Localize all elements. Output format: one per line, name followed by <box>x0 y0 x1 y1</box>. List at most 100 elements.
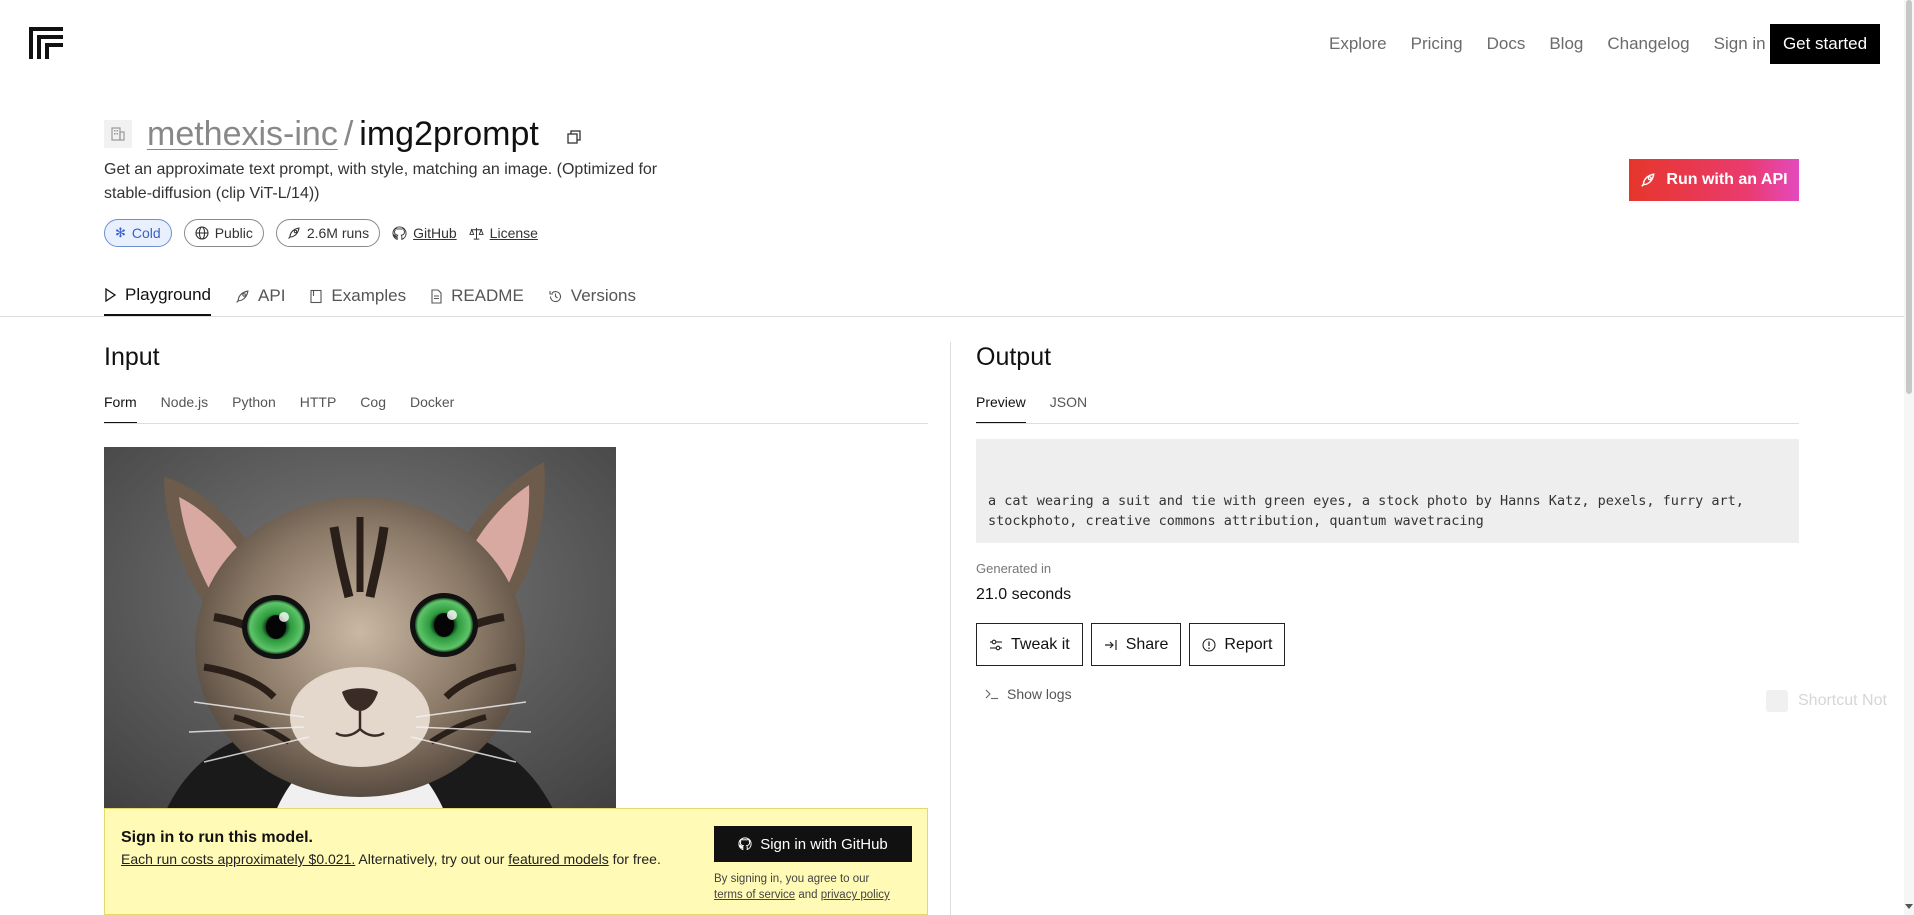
tab-versions-label: Versions <box>570 286 636 305</box>
nav-sign-in[interactable]: Sign in <box>1714 28 1766 60</box>
subtab-json[interactable]: JSON <box>1050 394 1087 424</box>
scrollbar-thumb[interactable] <box>1906 0 1912 394</box>
input-subtabs-divider <box>104 423 928 424</box>
nav-docs[interactable]: Docs <box>1487 28 1526 60</box>
featured-models-link[interactable]: featured models <box>508 851 608 867</box>
output-subtabs: Preview JSON <box>976 394 1087 424</box>
subtab-python[interactable]: Python <box>232 394 276 424</box>
output-subtabs-divider <box>976 423 1799 424</box>
page-title: methexis-inc / img2prompt <box>147 112 539 156</box>
tweak-it-label: Tweak it <box>1011 635 1070 653</box>
output-prompt-text: a cat wearing a suit and tie with green … <box>988 493 1744 529</box>
column-divider <box>950 342 951 915</box>
play-icon <box>105 288 117 302</box>
github-icon <box>738 837 752 851</box>
show-logs-toggle[interactable]: Show logs <box>985 686 1072 702</box>
banner-free-text: for free. <box>612 851 661 867</box>
sign-in-github-label: Sign in with GitHub <box>760 835 888 853</box>
model-name: img2prompt <box>359 115 539 153</box>
shortcut-notice: Shortcut Not <box>1766 690 1887 712</box>
scale-icon <box>468 227 484 240</box>
nav-blog[interactable]: Blog <box>1549 28 1583 60</box>
tab-examples-label: Examples <box>331 286 407 305</box>
visibility-label: Public <box>214 225 253 241</box>
visibility-badge: Public <box>183 219 264 247</box>
tab-examples[interactable]: Examples <box>309 280 406 316</box>
subtab-docker[interactable]: Docker <box>410 394 454 424</box>
title-separator: / <box>343 115 354 153</box>
subtab-nodejs[interactable]: Node.js <box>161 394 208 424</box>
tab-readme-label: README <box>451 286 524 305</box>
org-building-icon <box>104 120 132 148</box>
run-with-api-button[interactable]: Run with an API <box>1629 159 1799 201</box>
run-with-api-label: Run with an API <box>1666 171 1788 188</box>
alert-circle-icon <box>1202 637 1216 652</box>
terminal-icon <box>985 689 998 700</box>
subtab-form[interactable]: Form <box>104 394 137 424</box>
book-icon <box>310 289 322 303</box>
share-button[interactable]: Share <box>1090 623 1182 666</box>
status-label: Cold <box>131 225 161 241</box>
banner-and-text: and <box>798 889 818 901</box>
tab-playground-label: Playground <box>125 285 212 304</box>
banner-alt-text: Alternatively, try out our <box>358 851 505 867</box>
top-nav: Explore Pricing Docs Blog Changelog Sign… <box>0 0 1914 88</box>
output-title: Output <box>976 343 1052 371</box>
license-link[interactable]: License <box>468 225 538 241</box>
rocket-icon <box>1641 173 1656 187</box>
sign-in-banner: Sign in to run this model. Each run cost… <box>104 808 928 915</box>
snowflake-icon: ✻ <box>115 225 126 240</box>
owner-link[interactable]: methexis-inc <box>147 115 338 153</box>
terms-link[interactable]: terms of service <box>714 889 795 901</box>
tweak-it-button[interactable]: Tweak it <box>976 623 1083 666</box>
scroll-down-arrow-icon[interactable] <box>1905 902 1913 910</box>
replicate-logo-icon[interactable] <box>29 27 63 59</box>
tabs-divider <box>0 316 1904 317</box>
share-icon <box>1104 639 1117 650</box>
model-tags: ✻ Cold Public 2.6M runs GitHub License <box>104 219 538 247</box>
sliders-icon <box>990 639 1002 650</box>
copy-icon[interactable] <box>567 130 581 144</box>
mail-icon <box>1766 690 1788 712</box>
runs-label: 2.6M runs <box>306 225 370 241</box>
privacy-link[interactable]: privacy policy <box>821 889 890 901</box>
github-icon <box>392 225 407 240</box>
show-logs-label: Show logs <box>1007 686 1072 702</box>
document-icon <box>431 288 442 304</box>
shortcut-label: Shortcut Not <box>1798 692 1887 709</box>
subtab-preview[interactable]: Preview <box>976 394 1026 424</box>
rocket-icon <box>287 227 300 239</box>
runs-badge: 2.6M runs <box>275 219 381 247</box>
github-label[interactable]: GitHub <box>413 225 457 241</box>
banner-fine-print: By signing in, you agree to our terms of… <box>714 871 890 903</box>
report-label: Report <box>1224 635 1273 653</box>
output-preview-box: a cat wearing a suit and tie with green … <box>976 439 1799 543</box>
rocket-icon <box>236 289 249 303</box>
tab-playground[interactable]: Playground <box>104 280 212 316</box>
globe-icon <box>195 226 209 240</box>
subtab-cog[interactable]: Cog <box>360 394 386 424</box>
model-description: Get an approximate text prompt, with sty… <box>104 161 658 202</box>
nav-pricing[interactable]: Pricing <box>1411 28 1463 60</box>
tab-api-label: API <box>258 286 286 305</box>
tab-readme[interactable]: README <box>430 280 524 316</box>
output-actions: Tweak it Share Report <box>976 623 1286 666</box>
model-tabs: Playground API Examples README Versions <box>104 280 636 316</box>
nav-changelog[interactable]: Changelog <box>1607 28 1689 60</box>
input-subtabs: Form Node.js Python HTTP Cog Docker <box>104 394 454 424</box>
tab-api[interactable]: API <box>235 280 285 316</box>
tab-versions[interactable]: Versions <box>548 280 636 316</box>
banner-text: Each run costs approximately $0.021. Alt… <box>121 851 661 867</box>
cost-link[interactable]: Each run costs approximately $0.021. <box>121 851 355 867</box>
get-started-button[interactable]: Get started <box>1770 24 1880 64</box>
license-label[interactable]: License <box>490 225 538 241</box>
github-link[interactable]: GitHub <box>392 225 457 241</box>
status-badge: ✻ Cold <box>104 219 172 247</box>
subtab-http[interactable]: HTTP <box>300 394 337 424</box>
input-title: Input <box>104 343 160 371</box>
input-image <box>104 447 616 815</box>
history-icon <box>549 290 561 302</box>
report-button[interactable]: Report <box>1189 623 1286 666</box>
sign-in-github-button[interactable]: Sign in with GitHub <box>714 826 912 862</box>
nav-explore[interactable]: Explore <box>1329 28 1387 60</box>
